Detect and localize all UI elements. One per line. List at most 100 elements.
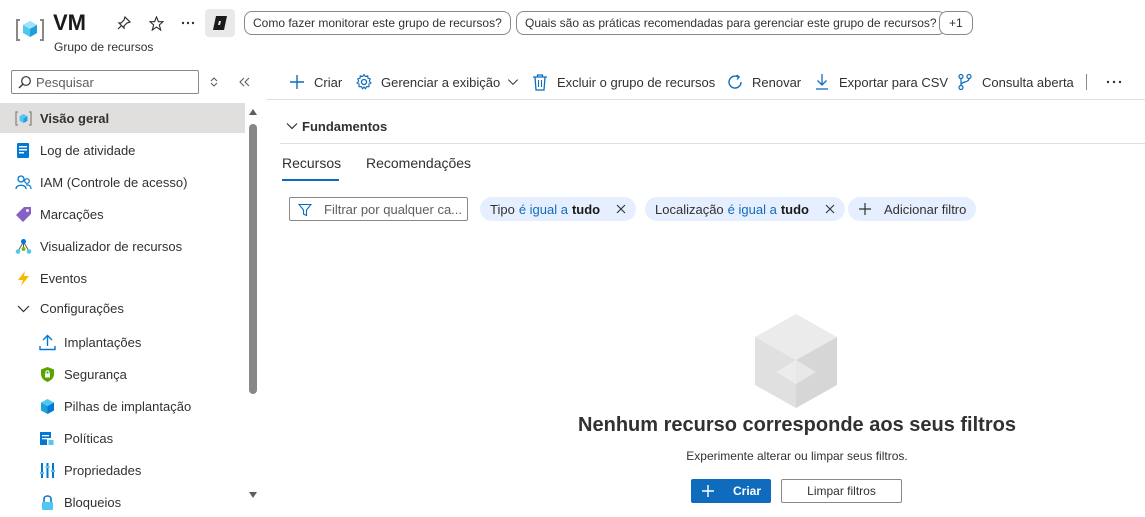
sidebar-item-security[interactable]: Segurança — [0, 359, 245, 389]
refresh-label: Renovar — [752, 74, 802, 90]
sidebar-item-label: Implantações — [64, 335, 142, 350]
pin-icon[interactable] — [114, 13, 134, 33]
fundamentals-toggle[interactable]: Fundamentos — [286, 116, 387, 136]
scroll-down-arrow-icon[interactable] — [248, 491, 258, 499]
resource-visualizer-icon — [15, 239, 32, 254]
sidebar-item-events[interactable]: Eventos — [0, 263, 245, 293]
create-button[interactable]: Criar — [288, 72, 342, 92]
chip-value: tudo — [780, 201, 809, 217]
sidebar-search[interactable] — [11, 70, 199, 94]
manage-view-label: Gerenciar a exibição — [381, 74, 501, 90]
collapse-sidebar-icon[interactable] — [236, 73, 254, 91]
sidebar-item-label: Bloqueios — [64, 495, 122, 510]
more-suggestions-pill[interactable]: +1 — [939, 11, 973, 35]
open-query-button[interactable]: Consulta aberta — [956, 72, 1074, 92]
sidebar-item-label: Segurança — [64, 367, 127, 382]
properties-icon — [40, 463, 55, 478]
sidebar-item-overview[interactable]: Visão geral — [0, 103, 245, 133]
sidebar-item-locks[interactable]: Bloqueios — [0, 487, 245, 517]
people-icon — [15, 175, 32, 190]
sidebar-item-properties[interactable]: Propriedades — [0, 455, 245, 485]
clear-filters-button[interactable]: Limpar filtros — [781, 479, 902, 503]
scroll-up-arrow-icon[interactable] — [248, 108, 258, 116]
add-filter-button[interactable]: Adicionar filtro — [848, 197, 977, 221]
sidebar-item-deployments[interactable]: Implantações — [0, 327, 245, 357]
favorite-star-icon[interactable] — [146, 13, 166, 33]
filter-field[interactable] — [289, 197, 468, 221]
delete-resource-group-button[interactable]: Excluir o grupo de recursos — [531, 72, 715, 92]
lock-icon — [42, 495, 53, 510]
shield-icon — [41, 367, 54, 382]
toolbar-more-icon[interactable] — [1105, 72, 1123, 92]
command-bar: Criar Gerenciar a exibição Excluir o gru… — [266, 62, 1145, 100]
refresh-button[interactable]: Renovar — [726, 72, 801, 92]
chevron-down-icon — [17, 305, 30, 313]
copilot-icon — [213, 16, 227, 30]
sidebar-item-label: Eventos — [40, 271, 87, 286]
sidebar-item-iam[interactable]: IAM (Controle de acesso) — [0, 167, 245, 197]
sidebar-item-label: Políticas — [64, 431, 114, 446]
resource-group-icon — [15, 111, 32, 126]
chip-operator: é igual a — [518, 201, 568, 217]
tab-resources[interactable]: Recursos — [282, 155, 341, 181]
filter-input[interactable] — [324, 201, 464, 217]
sidebar-item-activity-log[interactable]: Log de atividade — [0, 135, 245, 165]
refresh-icon — [728, 74, 742, 89]
sidebar-item-label: IAM (Controle de acesso) — [40, 175, 188, 190]
page-header: VM Grupo de recursos Como fazer monitora… — [0, 0, 1145, 60]
export-csv-button[interactable]: Exportar para CSV — [813, 72, 948, 92]
add-filter-label: Adicionar filtro — [884, 201, 967, 217]
sidebar-item-tags[interactable]: Marcações — [0, 199, 245, 229]
delete-resource-group-label: Excluir o grupo de recursos — [557, 74, 716, 90]
trash-icon — [533, 74, 547, 91]
empty-state-subtitle: Experimente alterar ou limpar seus filtr… — [686, 449, 908, 463]
sidebar-item-label: Visão geral — [40, 111, 110, 126]
filter-chip-type[interactable]: Tipo é igual a tudo — [480, 197, 637, 221]
activity-log-icon — [17, 143, 29, 158]
empty-cube-icon — [755, 314, 837, 408]
sidebar-item-policies[interactable]: Políticas — [0, 423, 245, 453]
sidebar-item-label: Pilhas de implantação — [64, 399, 192, 414]
chevron-down-icon — [508, 79, 519, 86]
more-options-icon[interactable] — [178, 13, 198, 33]
download-icon — [816, 74, 828, 90]
chip-operator: é igual a — [727, 201, 777, 217]
lightning-icon — [18, 271, 29, 286]
upload-icon — [39, 334, 56, 351]
sidebar-item-label: Propriedades — [64, 463, 142, 478]
chevron-down-icon — [286, 123, 298, 130]
plus-icon — [859, 203, 871, 215]
manage-view-button[interactable]: Gerenciar a exibição — [355, 72, 520, 92]
sidebar-item-label: Configurações — [40, 301, 124, 316]
plus-icon — [290, 75, 304, 89]
empty-create-button[interactable]: Criar — [691, 479, 771, 503]
query-branch-icon — [958, 73, 972, 91]
tab-recommendations[interactable]: Recomendações — [366, 155, 471, 181]
resource-group-icon — [16, 19, 44, 41]
create-button-label: Criar — [314, 74, 343, 90]
sidebar-item-label: Marcações — [40, 207, 104, 222]
filter-icon — [298, 203, 312, 217]
toolbar-divider — [1086, 74, 1087, 90]
sidebar-item-label: Log de atividade — [40, 143, 136, 158]
suggestion-pill-monitor[interactable]: Como fazer monitorar este grupo de recur… — [244, 11, 511, 35]
tag-icon — [16, 207, 31, 222]
cube-stack-icon — [41, 399, 54, 414]
fundamentals-label: Fundamentos — [302, 118, 388, 134]
sidebar-scrollbar-thumb[interactable] — [249, 124, 257, 394]
sidebar-item-deployment-stacks[interactable]: Pilhas de implantação — [0, 391, 245, 421]
close-icon[interactable] — [825, 204, 835, 214]
sidebar-group-settings[interactable]: Configurações — [0, 293, 245, 323]
search-icon — [18, 76, 31, 89]
sidebar-item-resource-visualizer[interactable]: Visualizador de recursos — [0, 231, 245, 261]
close-icon[interactable] — [616, 204, 626, 214]
copilot-button[interactable] — [205, 9, 235, 37]
policy-icon — [40, 432, 55, 446]
gear-icon — [356, 73, 372, 90]
sort-toggle-icon[interactable] — [205, 73, 223, 91]
sidebar-search-input[interactable] — [36, 73, 196, 91]
filter-chip-location[interactable]: Localização é igual a tudo — [645, 197, 845, 221]
suggestion-pill-best-practices[interactable]: Quais são as práticas recomendadas para … — [516, 11, 946, 35]
empty-state-title: Nenhum recurso corresponde aos seus filt… — [578, 414, 1016, 436]
chip-field: Tipo — [490, 201, 515, 217]
